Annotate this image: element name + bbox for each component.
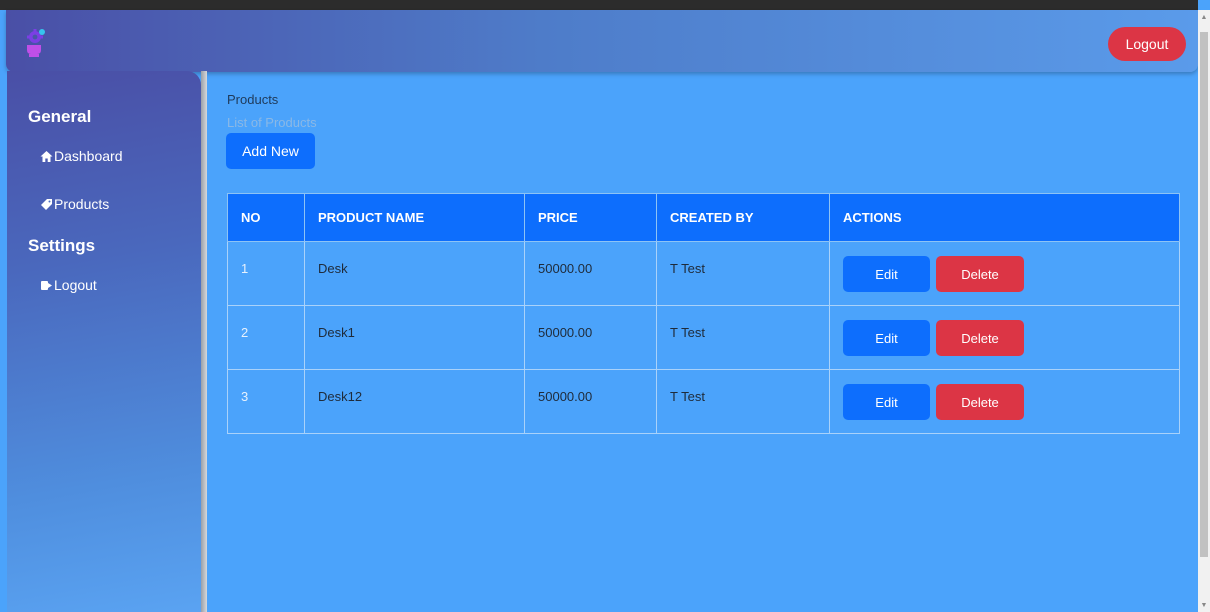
edit-button[interactable]: Edit <box>843 320 930 356</box>
cell-created-by: T Test <box>656 305 830 370</box>
vertical-scrollbar[interactable]: ▲ ▼ <box>1198 10 1210 612</box>
table-header-row: NO PRODUCT NAME PRICE CREATED BY ACTIONS <box>227 193 1180 242</box>
cell-actions: Edit Delete <box>829 305 1180 370</box>
sidebar-item-label: Dashboard <box>54 148 123 164</box>
tag-icon <box>41 198 52 210</box>
page-subtitle: List of Products <box>227 115 317 130</box>
sidebar-heading-settings: Settings <box>28 236 96 255</box>
scroll-down-icon[interactable]: ▼ <box>1200 602 1208 610</box>
main-content: Products List of Products Add New NO PRO… <box>207 72 1198 612</box>
sidebar-item-dashboard[interactable]: Dashboard <box>40 148 123 164</box>
sidebar-heading-general: General <box>28 107 92 126</box>
sidebar: General Dashboard Products Settings Logo… <box>7 71 201 612</box>
column-header-created-by[interactable]: CREATED BY <box>656 193 830 242</box>
add-new-button[interactable]: Add New <box>226 133 315 169</box>
cell-price: 50000.00 <box>524 241 657 306</box>
cell-no: 1 <box>227 241 305 306</box>
scroll-up-icon[interactable]: ▲ <box>1200 14 1208 22</box>
table-row: 2 Desk1 50000.00 T Test Edit Delete <box>227 305 1180 370</box>
scrollbar-thumb[interactable] <box>1200 32 1208 557</box>
sidebar-item-label: Products <box>54 196 110 212</box>
cell-created-by: T Test <box>656 369 830 434</box>
cell-price: 50000.00 <box>524 369 657 434</box>
table-row: 1 Desk 50000.00 T Test Edit Delete <box>227 241 1180 306</box>
cell-product-name: Desk <box>304 241 525 306</box>
delete-button[interactable]: Delete <box>936 256 1024 292</box>
edit-button[interactable]: Edit <box>843 256 930 292</box>
products-table: NO PRODUCT NAME PRICE CREATED BY ACTIONS… <box>227 193 1180 434</box>
column-header-product-name[interactable]: PRODUCT NAME <box>304 193 525 242</box>
cell-product-name: Desk12 <box>304 369 525 434</box>
cell-actions: Edit Delete <box>829 241 1180 306</box>
sidebar-item-products[interactable]: Products <box>40 196 109 212</box>
cell-product-name: Desk1 <box>304 305 525 370</box>
delete-button[interactable]: Delete <box>936 384 1024 420</box>
sidebar-item-logout[interactable]: Logout <box>40 277 97 293</box>
window-top-strip <box>0 0 1198 10</box>
top-navbar: Logout <box>6 10 1198 72</box>
cell-actions: Edit Delete <box>829 369 1180 434</box>
cell-no: 2 <box>227 305 305 370</box>
column-header-no[interactable]: NO <box>227 193 305 242</box>
column-header-price[interactable]: PRICE <box>524 193 657 242</box>
delete-button[interactable]: Delete <box>936 320 1024 356</box>
home-icon <box>40 150 53 162</box>
page-title: Products <box>227 92 279 107</box>
logout-icon <box>41 280 52 290</box>
logout-button[interactable]: Logout <box>1108 27 1186 61</box>
column-header-actions: ACTIONS <box>829 193 1180 242</box>
cell-created-by: T Test <box>656 241 830 306</box>
table-row: 3 Desk12 50000.00 T Test Edit Delete <box>227 369 1180 434</box>
gear-hand-logo-icon[interactable] <box>22 28 46 58</box>
cell-no: 3 <box>227 369 305 434</box>
cell-price: 50000.00 <box>524 305 657 370</box>
sidebar-item-label: Logout <box>54 277 97 293</box>
edit-button[interactable]: Edit <box>843 384 930 420</box>
